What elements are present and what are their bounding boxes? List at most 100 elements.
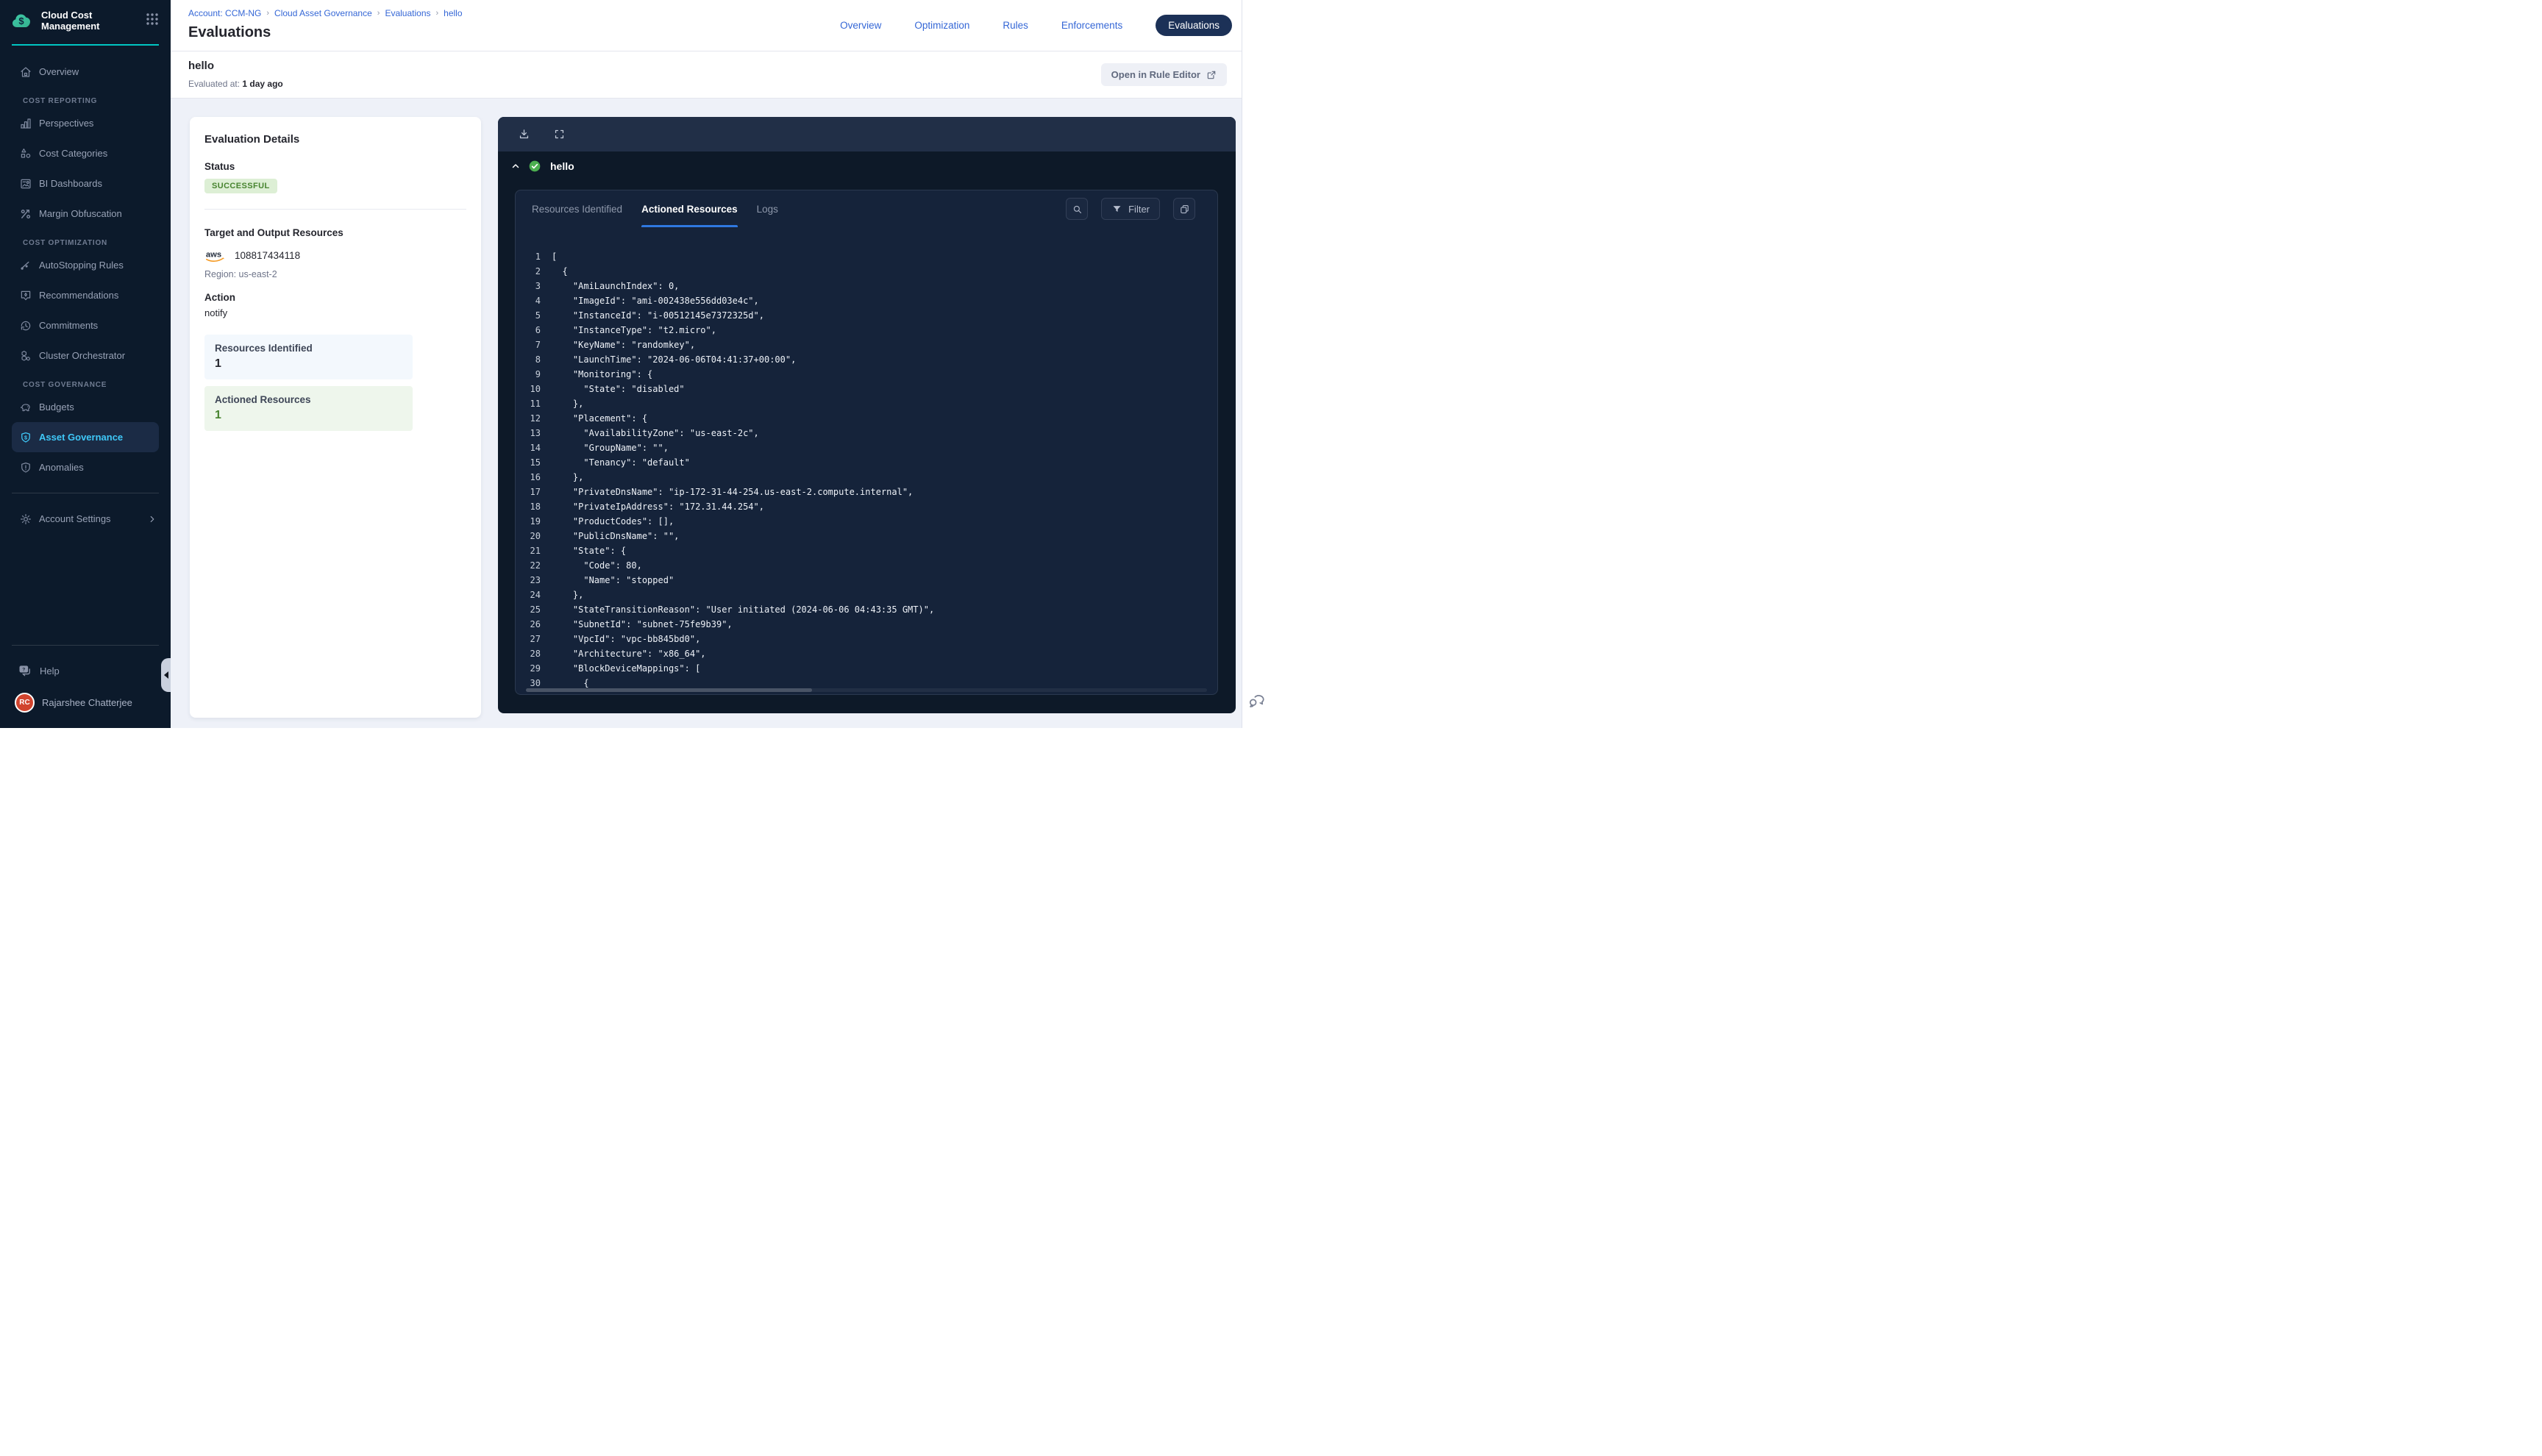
line-number: 25 xyxy=(527,602,541,617)
line-number: 6 xyxy=(527,323,541,338)
code-line: 13 "AvailabilityZone": "us-east-2c", xyxy=(527,426,1217,440)
status-badge: SUCCESSFUL xyxy=(204,179,277,193)
scrollbar-thumb[interactable] xyxy=(526,688,812,692)
sidebar-section-label: COST REPORTING xyxy=(0,87,171,108)
help-button[interactable]: ? Help xyxy=(0,656,171,685)
status-label: Status xyxy=(204,161,466,172)
line-number: 26 xyxy=(527,617,541,632)
sidebar-item-commitments[interactable]: Commitments xyxy=(0,310,171,340)
nav-rules[interactable]: Rules xyxy=(1003,20,1028,31)
line-content: "Tenancy": "default" xyxy=(552,455,690,470)
app-switcher-icon[interactable] xyxy=(146,13,159,26)
tab-actioned-resources[interactable]: Actioned Resources xyxy=(641,190,738,227)
sidebar-item-recommendations[interactable]: Recommendations xyxy=(0,280,171,310)
sidebar-item-label: Anomalies xyxy=(39,462,84,473)
fullscreen-icon[interactable] xyxy=(553,128,566,140)
line-number: 16 xyxy=(527,470,541,485)
resources-identified-label: Resources Identified xyxy=(215,343,402,354)
sidebar-item-cost-categories[interactable]: Cost Categories xyxy=(0,138,171,168)
evaluated-at-label: Evaluated at: xyxy=(188,79,240,89)
nav-evaluations-active[interactable]: Evaluations xyxy=(1156,15,1232,36)
line-number: 14 xyxy=(527,440,541,455)
line-content: "ProductCodes": [], xyxy=(552,514,674,529)
sidebar-collapse-handle[interactable] xyxy=(161,658,171,692)
code-line: 17 "PrivateDnsName": "ip-172-31-44-254.u… xyxy=(527,485,1217,499)
content-area: Evaluation Details Status SUCCESSFUL Tar… xyxy=(171,99,1242,728)
line-number: 11 xyxy=(527,396,541,411)
horizontal-scrollbar[interactable] xyxy=(526,688,1207,692)
card-title: Evaluation Details xyxy=(204,133,466,146)
chevron-right-icon xyxy=(147,514,157,524)
line-content: "Monitoring": { xyxy=(552,367,652,382)
sidebar-item-budgets[interactable]: Budgets xyxy=(0,392,171,422)
line-number: 21 xyxy=(527,543,541,558)
support-chat-icon[interactable] xyxy=(1247,690,1266,710)
actioned-resources-label: Actioned Resources xyxy=(215,394,402,405)
nav-overview[interactable]: Overview xyxy=(840,20,881,31)
open-rule-editor-button[interactable]: Open in Rule Editor xyxy=(1101,63,1227,86)
line-content: "ImageId": "ami-002438e556dd03e4c", xyxy=(552,293,759,308)
resources-identified-box: Resources Identified 1 xyxy=(204,335,413,379)
viewer-actions: Filter xyxy=(1066,198,1195,220)
sidebar-item-margin-obfuscation[interactable]: Margin Obfuscation xyxy=(0,199,171,229)
code-line: 9 "Monitoring": { xyxy=(527,367,1217,382)
code-line: 27 "VpcId": "vpc-bb845bd0", xyxy=(527,632,1217,646)
code-line: 7 "KeyName": "randomkey", xyxy=(527,338,1217,352)
nav-optimization[interactable]: Optimization xyxy=(914,20,969,31)
code-line: 19 "ProductCodes": [], xyxy=(527,514,1217,529)
line-content: }, xyxy=(552,588,583,602)
tab-logs[interactable]: Logs xyxy=(757,190,778,227)
filter-button[interactable]: Filter xyxy=(1101,198,1160,220)
download-icon[interactable] xyxy=(518,128,530,140)
copy-icon xyxy=(1179,204,1190,215)
code-line: 8 "LaunchTime": "2024-06-06T04:41:37+00:… xyxy=(527,352,1217,367)
copy-button[interactable] xyxy=(1173,198,1195,220)
breadcrumb-link-evaluations[interactable]: Evaluations xyxy=(385,8,430,18)
sidebar-item-anomalies[interactable]: Anomalies xyxy=(0,452,171,482)
line-number: 4 xyxy=(527,293,541,308)
user-menu[interactable]: RC Rajarshee Chatterjee xyxy=(0,685,171,719)
svg-text:$: $ xyxy=(24,435,27,440)
card-divider xyxy=(204,209,466,210)
actioned-resources-box: Actioned Resources 1 xyxy=(204,386,413,431)
code-line: 22 "Code": 80, xyxy=(527,558,1217,573)
sidebar-divider xyxy=(12,645,159,646)
viewer-evaluation-name: hello xyxy=(550,160,574,172)
breadcrumb-link-hello[interactable]: hello xyxy=(444,8,462,18)
line-content: [ xyxy=(552,249,557,264)
viewer-title-row: hello xyxy=(498,160,1236,172)
tab-resources-identified[interactable]: Resources Identified xyxy=(532,190,622,227)
svg-text:aws: aws xyxy=(206,250,221,259)
breadcrumb: Account: CCM-NG›Cloud Asset Governance›E… xyxy=(188,8,463,18)
sidebar-item-account-settings[interactable]: Account Settings xyxy=(0,504,171,534)
sidebar-item-label: AutoStopping Rules xyxy=(39,260,124,271)
line-number: 27 xyxy=(527,632,541,646)
line-number: 1 xyxy=(527,249,541,264)
chevron-up-icon[interactable] xyxy=(511,162,520,171)
code-line: 20 "PublicDnsName": "", xyxy=(527,529,1217,543)
app-title: Cloud Cost Management xyxy=(41,10,122,32)
line-content: "State": "disabled" xyxy=(552,382,685,396)
line-number: 19 xyxy=(527,514,541,529)
nav-enforcements[interactable]: Enforcements xyxy=(1061,20,1122,31)
tab-label: Logs xyxy=(757,204,778,215)
sidebar-item-overview[interactable]: Overview xyxy=(0,57,171,87)
line-number: 8 xyxy=(527,352,541,367)
region-text: Region: us-east-2 xyxy=(204,269,466,279)
resources-identified-value: 1 xyxy=(215,357,402,371)
sidebar-item-label: Account Settings xyxy=(39,513,111,524)
line-content: "SubnetId": "subnet-75fe9b39", xyxy=(552,617,733,632)
sidebar-item-asset-governance[interactable]: $Asset Governance xyxy=(12,422,159,452)
line-content: "Name": "stopped" xyxy=(552,573,674,588)
breadcrumb-link-account-ccm-ng[interactable]: Account: CCM-NG xyxy=(188,8,261,18)
evaluated-at: Evaluated at: 1 day ago xyxy=(188,79,283,89)
json-code-viewer: 1[2 {3 "AmiLaunchIndex": 0,4 "ImageId": … xyxy=(516,227,1217,694)
sidebar-item-perspectives[interactable]: Perspectives xyxy=(0,108,171,138)
sidebar-item-autostopping-rules[interactable]: AutoStopping Rules xyxy=(0,250,171,280)
breadcrumb-link-cloud-asset-governance[interactable]: Cloud Asset Governance xyxy=(274,8,372,18)
search-button[interactable] xyxy=(1066,198,1088,220)
sidebar-item-bi-dashboards[interactable]: BI Dashboards xyxy=(0,168,171,199)
code-line: 6 "InstanceType": "t2.micro", xyxy=(527,323,1217,338)
sidebar-item-cluster-orchestrator[interactable]: Cluster Orchestrator xyxy=(0,340,171,371)
svg-text:?: ? xyxy=(22,667,25,672)
